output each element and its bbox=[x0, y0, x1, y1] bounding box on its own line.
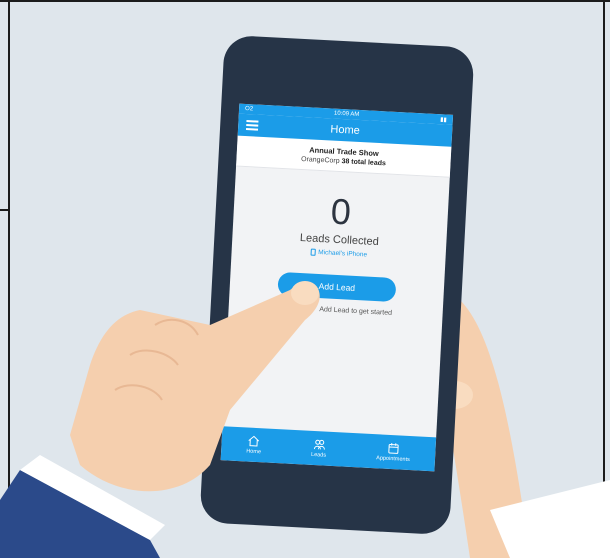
left-hand bbox=[70, 281, 320, 492]
page-title: Home bbox=[330, 123, 361, 137]
frame-border-top bbox=[0, 0, 610, 2]
hamburger-menu-icon[interactable] bbox=[246, 120, 259, 131]
battery-icon: ▮▮ bbox=[440, 116, 447, 124]
device-name: Michael's iPhone bbox=[318, 248, 368, 259]
carrier-label: O2 bbox=[244, 105, 254, 113]
frame-divider bbox=[0, 209, 10, 211]
calendar-icon bbox=[388, 443, 399, 454]
clock-label: 10:09 AM bbox=[333, 110, 360, 118]
tab-appointments[interactable]: Appointments bbox=[376, 441, 411, 463]
tab-appointments-label: Appointments bbox=[376, 455, 410, 464]
device-icon bbox=[310, 248, 316, 256]
lead-count: 0 bbox=[329, 190, 352, 233]
leads-counter: 0 Leads Collected Michael's iPhone bbox=[232, 189, 449, 263]
event-company: OrangeCorp bbox=[300, 155, 340, 165]
event-total-leads: 38 total leads bbox=[341, 158, 387, 168]
